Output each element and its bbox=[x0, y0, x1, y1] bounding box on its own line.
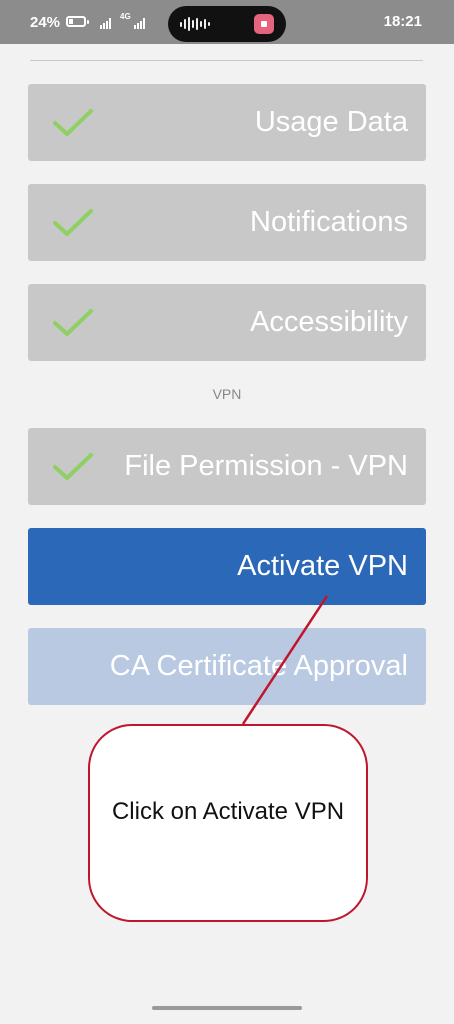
dynamic-island bbox=[168, 6, 286, 42]
checkmark-icon bbox=[53, 209, 93, 236]
network-type: 4G bbox=[120, 12, 131, 21]
notifications-button[interactable]: Notifications bbox=[28, 184, 426, 261]
file-permission-vpn-label: File Permission - VPN bbox=[124, 450, 408, 482]
audio-wave-icon bbox=[180, 16, 210, 32]
checkmark-icon bbox=[53, 109, 93, 136]
signal-icon bbox=[100, 17, 111, 29]
home-indicator[interactable] bbox=[152, 1006, 302, 1010]
notifications-label: Notifications bbox=[250, 206, 408, 238]
accessibility-button[interactable]: Accessibility bbox=[28, 284, 426, 361]
battery-percent: 24% bbox=[30, 14, 61, 31]
ca-certificate-approval-label: CA Certificate Approval bbox=[109, 650, 408, 682]
instruction-text: Click on Activate VPN bbox=[111, 798, 345, 825]
instruction-callout: Click on Activate VPN bbox=[88, 724, 368, 922]
checkmark-icon bbox=[53, 453, 93, 480]
usage-data-button[interactable]: Usage Data bbox=[28, 84, 426, 161]
vpn-section-label: VPN bbox=[212, 386, 242, 402]
activate-vpn-label: Activate VPN bbox=[237, 550, 408, 582]
file-permission-vpn-button[interactable]: File Permission - VPN bbox=[28, 428, 426, 505]
activate-vpn-button[interactable]: Activate VPN bbox=[28, 528, 426, 605]
clock: 18:21 bbox=[383, 13, 422, 30]
app-icon[interactable] bbox=[254, 14, 274, 34]
battery-icon bbox=[66, 16, 89, 27]
divider bbox=[30, 60, 423, 61]
usage-data-label: Usage Data bbox=[254, 106, 408, 138]
checkmark-icon bbox=[53, 309, 93, 336]
ca-certificate-approval-button[interactable]: CA Certificate Approval bbox=[28, 628, 426, 705]
accessibility-label: Accessibility bbox=[250, 306, 408, 338]
status-bar: 24% 4G 18:21 bbox=[0, 0, 454, 44]
signal-icon-2 bbox=[134, 17, 145, 29]
